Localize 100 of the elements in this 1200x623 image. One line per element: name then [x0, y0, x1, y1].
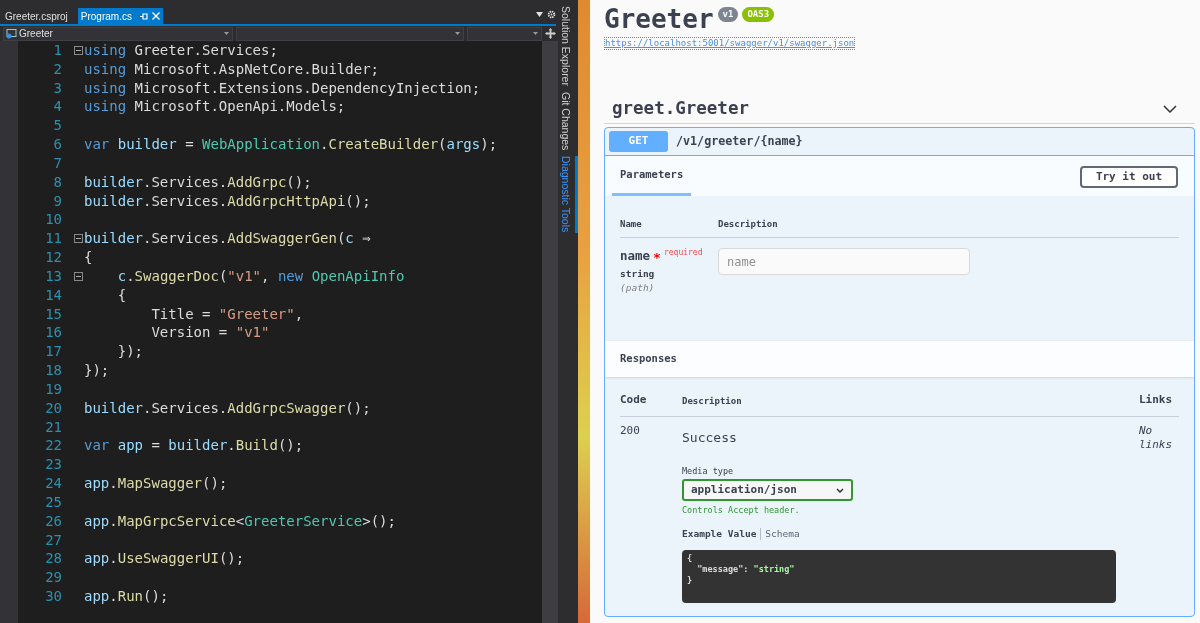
line-number: 30	[44, 587, 62, 606]
code-line: using Greeter.Services;	[84, 41, 278, 60]
code-line: }	[687, 575, 694, 586]
move-icon[interactable]	[545, 28, 556, 39]
caret-icon	[455, 32, 461, 35]
param-name: name	[620, 248, 651, 263]
param-type: string	[620, 267, 656, 281]
chevron-down-icon	[836, 487, 844, 493]
endpoint-path[interactable]: /v1/greeter/{name}	[676, 132, 803, 151]
code-line: using Microsoft.OpenApi.Models;	[84, 97, 346, 117]
line-number: 14	[44, 285, 62, 305]
line-number: 19	[44, 379, 62, 399]
line-number: 29	[44, 568, 62, 587]
code-line: builder.Services.AddGrpcHttpApi();	[84, 191, 371, 211]
code-line: {	[84, 248, 93, 267]
code-line: app.UseSwaggerUI();	[84, 549, 245, 569]
line-number: 20	[44, 398, 62, 418]
line-number: 9	[52, 191, 62, 211]
side-tab[interactable]: Git Changes	[558, 91, 578, 151]
column-header: Name	[620, 217, 643, 231]
dropdown-icon[interactable]	[536, 12, 543, 17]
code-line: });	[116, 342, 143, 362]
try-it-out-button[interactable]: Try it out	[1080, 166, 1178, 188]
code-line: app.MapGrpcService<GreeterService>();	[84, 511, 396, 531]
chevron-down-icon[interactable]	[1163, 104, 1177, 113]
caret-icon	[223, 32, 229, 35]
scrollbar[interactable]	[542, 41, 558, 623]
line-number: 5	[52, 116, 62, 136]
param-location: (path)	[620, 281, 656, 295]
line-number: 28	[44, 549, 62, 569]
line-number: 26	[44, 511, 62, 531]
collapse-icon[interactable]	[74, 45, 83, 55]
example-tab[interactable]: Example Value	[682, 528, 761, 540]
code-line: app.MapSwagger();	[84, 474, 228, 493]
code-line: builder.Services.AddGrpc();	[84, 172, 312, 192]
line-number: 24	[44, 474, 62, 493]
column-header: Description	[682, 394, 743, 408]
code-line: using Microsoft.Extensions.DependencyInjection;	[84, 78, 481, 98]
code-line: {	[687, 553, 694, 564]
line-number: 25	[44, 492, 62, 512]
method-badge: GET	[609, 131, 668, 152]
code-line: c.SwaggerDoc("v1", new OpenApiInfo	[116, 266, 405, 286]
line-number: 27	[44, 530, 62, 550]
project-dropdown[interactable]: Greeter	[3, 26, 233, 41]
side-tab[interactable]: Solution Explorer	[558, 6, 578, 86]
code-line: "message": "string"	[696, 564, 796, 575]
line-number: 23	[44, 455, 62, 475]
code-line: var app = builder.Build();	[84, 436, 304, 456]
status-code: 200	[620, 424, 641, 439]
required-mark: *	[653, 250, 661, 265]
hint-text: Controls Accept header.	[682, 505, 800, 516]
line-number: 3	[52, 78, 62, 98]
api-title: Greeter	[604, 3, 714, 36]
line-number: 22	[44, 436, 62, 456]
required-label: required	[663, 248, 703, 258]
code-line: using Microsoft.AspNetCore.Builder;	[84, 59, 380, 79]
line-number: 21	[44, 417, 62, 437]
line-number: 4	[52, 97, 62, 117]
section-title[interactable]: greet.Greeter	[612, 95, 749, 122]
name-input[interactable]: name	[718, 248, 970, 275]
parameters-tab[interactable]: Parameters	[612, 167, 692, 196]
links-text: No links	[1139, 424, 1174, 453]
code-line: var builder = WebApplication.CreateBuilder(args);	[84, 135, 498, 154]
version-badge: OAS3	[742, 7, 775, 22]
line-number: 18	[44, 361, 62, 380]
caret-icon	[533, 32, 539, 35]
pin-icon[interactable]	[139, 12, 148, 20]
column-header: Code	[620, 391, 648, 408]
code-line: {	[116, 285, 127, 305]
line-number: 15	[44, 304, 62, 324]
line-number: 10	[44, 210, 62, 230]
line-number: 6	[52, 135, 62, 154]
version-badge: v1	[717, 7, 739, 22]
close-icon[interactable]	[151, 12, 160, 20]
project-icon	[6, 28, 17, 39]
line-number: 17	[44, 342, 62, 362]
line-number: 13	[44, 266, 62, 286]
column-header: Links	[1139, 391, 1174, 408]
editor-tab[interactable]: Program.cs	[77, 8, 163, 24]
line-number: 16	[44, 323, 62, 343]
collapse-icon[interactable]	[74, 271, 83, 281]
line-number: 1	[52, 41, 62, 60]
code-line: Title = "Greeter",	[150, 304, 304, 324]
media-type-select[interactable]: application/json	[682, 479, 853, 501]
line-number: 12	[44, 248, 62, 267]
column-header: Description	[718, 217, 778, 231]
project-name: Greeter	[19, 28, 54, 39]
code-line: builder.Services.AddSwaggerGen(c ⇒	[84, 229, 371, 249]
line-number: 8	[52, 172, 62, 192]
code-line: Version = "v1"	[150, 323, 270, 343]
code-line: builder.Services.AddGrpcSwagger();	[84, 398, 371, 418]
section-heading: Responses	[620, 351, 677, 367]
collapse-icon[interactable]	[74, 234, 83, 244]
editor-tab[interactable]: Greeter.csproj	[4, 8, 73, 24]
example-tab[interactable]: Schema	[761, 528, 800, 540]
code-line: app.Run();	[84, 587, 169, 606]
settings-icon[interactable]	[547, 10, 556, 19]
response-description: Success	[682, 430, 737, 446]
line-number: 7	[52, 153, 62, 173]
line-number: 11	[44, 229, 62, 249]
